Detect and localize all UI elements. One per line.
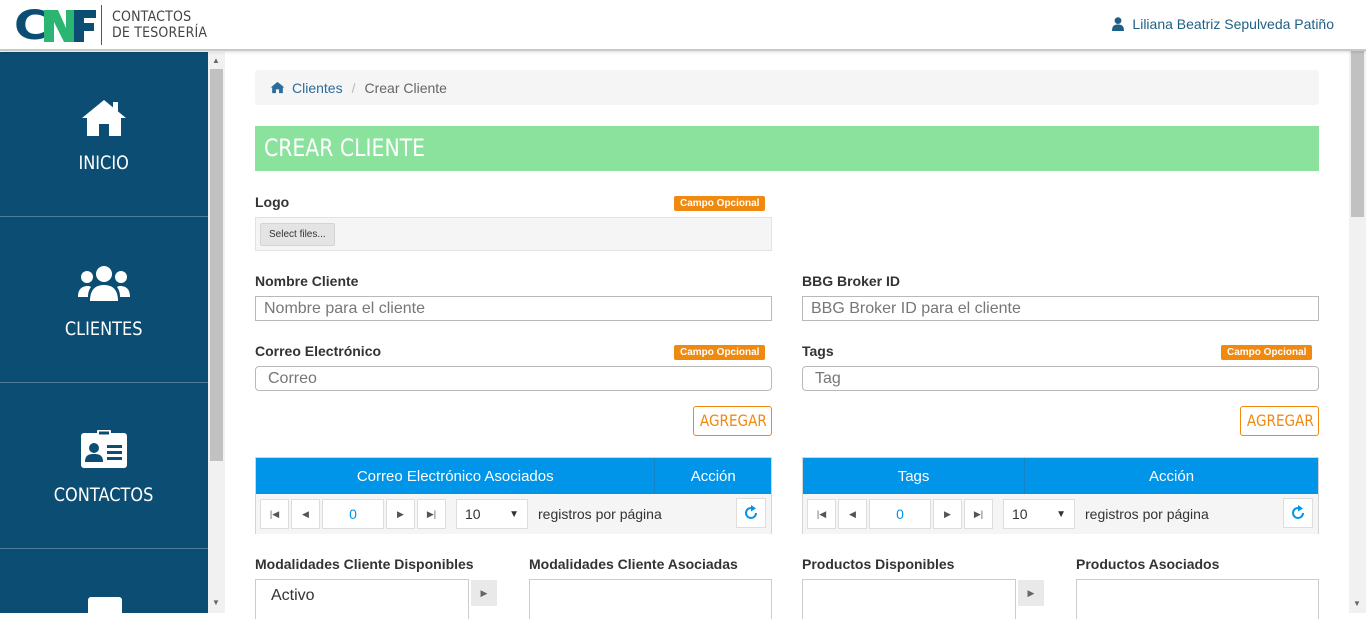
sidebar-scrollbar-thumb[interactable]: [210, 69, 223, 461]
tags-input[interactable]: Tag: [802, 366, 1319, 391]
users-icon: [78, 264, 130, 304]
nombre-label: Nombre Cliente: [255, 273, 359, 289]
tags-grid-header: Tags Acción: [803, 458, 1318, 494]
per-page-text: registros por página: [1085, 506, 1209, 522]
optional-badge: Campo Opcional: [674, 345, 766, 360]
scroll-up-icon[interactable]: ▲: [212, 56, 220, 65]
correo-label: Correo Electrónico: [255, 343, 382, 359]
column-header-tags[interactable]: Tags: [803, 458, 1026, 494]
breadcrumb-current: Crear Cliente: [364, 79, 447, 96]
svg-text:C: C: [14, 6, 48, 44]
correo-input[interactable]: Correo: [255, 366, 772, 391]
sidebar-next-item-icon: [88, 597, 122, 617]
next-page-icon[interactable]: ▶: [933, 499, 962, 529]
page-input[interactable]: 0: [322, 499, 384, 529]
modalidades-asociadas-label: Modalidades Cliente Asociadas: [529, 556, 738, 572]
bbg-input[interactable]: BBG Broker ID para el cliente: [802, 296, 1319, 321]
caf-logo[interactable]: C: [14, 6, 96, 44]
correos-grid: Correo Electrónico Asociados Acción |◀ ◀…: [255, 457, 772, 534]
prev-page-icon[interactable]: ◀: [838, 499, 867, 529]
tags-grid-pager: |◀ ◀ 0 ▶ ▶| 10 ▼ registros por página: [803, 494, 1318, 534]
sidebar-scrollbar[interactable]: ▲ ▼: [208, 52, 225, 613]
tags-label: Tags: [802, 343, 834, 359]
app-title-line2: DE TESORERÍA: [112, 25, 208, 41]
move-right-icon[interactable]: ▶: [471, 580, 497, 606]
correos-grid-pager: |◀ ◀ 0 ▶ ▶| 10 ▼ registros por página: [256, 494, 771, 534]
productos-asociados-list[interactable]: [1076, 579, 1319, 619]
logo-label: Logo: [255, 194, 290, 210]
page-input[interactable]: 0: [869, 499, 931, 529]
sidebar-item-inicio[interactable]: INICIO: [0, 52, 208, 217]
top-header: C CONTACTOS DE TESORERÍA Liliana Beatriz…: [0, 0, 1366, 51]
column-header-correo[interactable]: Correo Electrónico Asociados: [256, 458, 656, 494]
per-page-text: registros por página: [538, 506, 662, 522]
refresh-button[interactable]: [736, 498, 766, 528]
main-content: Clientes / Crear Cliente CREAR CLIENTE L…: [225, 52, 1349, 619]
column-header-accion[interactable]: Acción: [655, 458, 771, 494]
productos-disponibles-list[interactable]: [802, 579, 1016, 619]
modalidades-disponibles-list[interactable]: Activo: [255, 579, 469, 619]
logo-upload: Select files...: [255, 217, 772, 251]
agregar-correo-label: AGREGAR: [699, 411, 767, 430]
breadcrumb-home-label: Clientes: [292, 79, 343, 96]
select-files-button[interactable]: Select files...: [260, 223, 335, 246]
home-icon: [80, 98, 128, 138]
bbg-label: BBG Broker ID: [802, 273, 901, 289]
sidebar-item-contactos[interactable]: CONTACTOS: [0, 384, 208, 549]
logo-divider: [101, 5, 102, 45]
modalidades-disponibles-label: Modalidades Cliente Disponibles: [255, 556, 474, 572]
correos-grid-header: Correo Electrónico Asociados Acción: [256, 458, 771, 494]
tags-grid: Tags Acción |◀ ◀ 0 ▶ ▶| 10 ▼ registros p…: [802, 457, 1319, 534]
first-page-icon[interactable]: |◀: [260, 499, 289, 529]
agregar-tag-label: AGREGAR: [1246, 411, 1314, 430]
prev-page-icon[interactable]: ◀: [291, 499, 320, 529]
contact-card-icon: [80, 430, 128, 470]
list-item[interactable]: Activo: [271, 587, 315, 605]
last-page-icon[interactable]: ▶|: [964, 499, 993, 529]
user-icon: [1112, 17, 1125, 31]
app-title: CONTACTOS DE TESORERÍA: [112, 9, 207, 41]
page-size-select[interactable]: 10 ▼: [1003, 499, 1075, 529]
last-page-icon[interactable]: ▶|: [417, 499, 446, 529]
sidebar-item-label: CLIENTES: [65, 318, 143, 340]
refresh-icon: [1292, 505, 1304, 519]
first-page-icon[interactable]: |◀: [807, 499, 836, 529]
agregar-tag-button[interactable]: AGREGAR: [1240, 406, 1319, 436]
sidebar-item-clientes[interactable]: CLIENTES: [0, 218, 208, 383]
next-page-icon[interactable]: ▶: [386, 499, 415, 529]
page-title: CREAR CLIENTE: [255, 126, 1319, 171]
breadcrumb-separator: /: [351, 79, 356, 96]
home-icon: [270, 81, 285, 94]
modalidades-asociadas-list[interactable]: [529, 579, 772, 619]
page-title-text: CREAR CLIENTE: [264, 134, 426, 162]
column-header-accion[interactable]: Acción: [1025, 458, 1318, 494]
breadcrumb-home-link[interactable]: Clientes: [270, 80, 343, 96]
sidebar: INICIO CLIENTES CONTACTOS: [0, 52, 208, 617]
page-scrollbar[interactable]: ▲ ▼: [1349, 0, 1366, 613]
user-name: Liliana Beatriz Sepulveda Patiño: [1132, 16, 1334, 32]
breadcrumb: Clientes / Crear Cliente: [255, 70, 1319, 105]
refresh-button[interactable]: [1283, 498, 1313, 528]
agregar-correo-button[interactable]: AGREGAR: [693, 406, 772, 436]
productos-disponibles-label: Productos Disponibles: [802, 556, 955, 572]
sidebar-item-label: INICIO: [78, 152, 130, 174]
scroll-down-icon[interactable]: ▼: [212, 598, 220, 607]
chevron-down-icon: ▼: [1056, 508, 1066, 520]
productos-asociados-label: Productos Asociados: [1076, 556, 1220, 572]
scroll-down-icon[interactable]: ▼: [1353, 599, 1361, 608]
sidebar-item-label: CONTACTOS: [54, 484, 154, 506]
optional-badge: Campo Opcional: [674, 196, 766, 211]
optional-badge: Campo Opcional: [1221, 345, 1313, 360]
move-right-icon[interactable]: ▶: [1018, 580, 1044, 606]
app-title-line1: CONTACTOS: [112, 9, 192, 25]
page-size-select[interactable]: 10 ▼: [456, 499, 528, 529]
user-menu[interactable]: Liliana Beatriz Sepulveda Patiño: [1112, 16, 1334, 32]
nombre-input[interactable]: Nombre para el cliente: [255, 296, 772, 321]
chevron-down-icon: ▼: [509, 508, 519, 520]
page-size-value: 10: [1012, 506, 1028, 522]
page-size-value: 10: [465, 506, 481, 522]
refresh-icon: [745, 505, 757, 519]
